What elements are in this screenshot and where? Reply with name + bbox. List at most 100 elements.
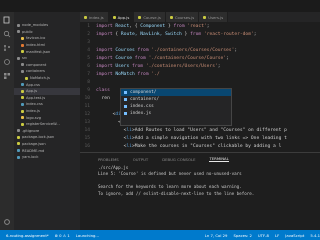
editor-tab-label: Course.js xyxy=(143,14,161,20)
file-tree-item[interactable]: manifest.json xyxy=(14,48,80,55)
file-tree: node_modules public favicon.ico index.html m… xyxy=(14,22,80,160)
file-tree-item[interactable]: logo.svg xyxy=(14,114,80,121)
file-type-icon xyxy=(17,129,20,133)
file-type-icon xyxy=(17,23,20,27)
editor-tab[interactable]: App.js xyxy=(108,12,135,22)
file-type-icon xyxy=(21,69,24,73)
file-tree-item[interactable]: node_modules xyxy=(14,22,80,29)
line-number: 8 xyxy=(87,79,90,85)
code-line: 8 xyxy=(80,78,320,86)
file-tree-item[interactable]: README.md xyxy=(14,147,80,154)
editor-tab[interactable]: Courses.js xyxy=(165,12,200,22)
file-tree-item[interactable]: index.html xyxy=(14,42,80,49)
editor-tab[interactable]: Users.js xyxy=(199,12,229,22)
code-token: './containers/Courses/Courses' xyxy=(151,47,235,53)
code-token: ; xyxy=(226,55,229,61)
extensions-icon[interactable] xyxy=(3,72,11,80)
source-control-icon[interactable] xyxy=(3,44,11,52)
js-file-icon xyxy=(112,15,116,19)
line-number: 3 xyxy=(87,39,90,45)
file-tree-item[interactable]: public xyxy=(14,29,80,36)
code-line: 4 import Courses from './containers/Cours… xyxy=(80,46,320,54)
code-token: React xyxy=(115,23,130,29)
suggestion-item[interactable]: containers/ xyxy=(121,96,231,103)
file-tree-item[interactable]: App.css xyxy=(14,81,80,88)
file-tree-item[interactable]: App.test.js xyxy=(14,95,80,102)
file-tree-item[interactable]: App.js xyxy=(14,87,80,95)
status-item[interactable]: 5.4.1 xyxy=(310,233,320,238)
code-token: import xyxy=(96,63,116,69)
suggestion-label: component/ xyxy=(130,90,157,95)
files-icon[interactable] xyxy=(3,16,11,24)
search-icon[interactable] xyxy=(3,30,11,38)
activity-bar xyxy=(0,12,14,230)
code-text: ren xyxy=(96,96,110,101)
status-item[interactable]: JavaScript xyxy=(285,233,304,238)
panel-tabs: PROBLEMS OUTPUT DEBUG CONSOLE TERMINAL xyxy=(80,153,320,165)
code-token: from xyxy=(134,47,152,53)
code-token: from xyxy=(134,71,152,77)
status-item[interactable]: UTF-8 xyxy=(258,233,269,238)
status-item[interactable]: Launching... xyxy=(76,233,99,238)
file-tree-item[interactable]: favicon.ico xyxy=(14,35,80,42)
panel-tab[interactable]: DEBUG CONSOLE xyxy=(162,157,195,162)
file-tree-item[interactable]: component xyxy=(14,62,80,69)
file-tree-item[interactable]: containers xyxy=(14,68,80,75)
autocomplete-suggestions: component/containers/index.css index.js xyxy=(120,88,232,126)
suggestion-item[interactable]: component/ xyxy=(121,89,231,96)
file-tree-item[interactable]: NoMatch.js xyxy=(14,75,80,82)
file-type-icon xyxy=(21,50,24,54)
settings-gear-icon[interactable] xyxy=(3,218,11,226)
file-tree-item[interactable]: index.js xyxy=(14,108,80,115)
code-token: >Make the courses in "Courses" clickable… xyxy=(131,143,282,149)
terminal-output[interactable]: ./src/App.js Line 5: 'Course' is defined… xyxy=(80,165,320,197)
js-file-icon xyxy=(84,15,87,19)
status-item[interactable]: ⊗ 0 ⚠ 1 xyxy=(55,233,70,238)
code-token: import xyxy=(96,31,116,37)
editor-tab-label: App.js xyxy=(117,14,130,20)
file-type-icon xyxy=(21,36,24,40)
code-token: 'react-router-dom' xyxy=(203,31,254,37)
file-tree-item[interactable]: .gitignore xyxy=(14,128,80,135)
panel-tab[interactable]: TERMINAL xyxy=(209,156,229,162)
status-item[interactable]: Spaces: 2 xyxy=(233,233,251,238)
code-token: < xyxy=(96,127,127,133)
status-item[interactable]: LF xyxy=(275,233,279,238)
panel-tab[interactable]: PROBLEMS xyxy=(98,157,119,162)
debug-icon[interactable] xyxy=(3,58,11,66)
suggestion-item[interactable]: index.js xyxy=(121,110,231,117)
file-type-icon xyxy=(21,96,24,100)
code-token: < xyxy=(96,143,127,149)
suggestion-label: index.js xyxy=(130,111,152,116)
file-tree-item[interactable]: registerServiceW... xyxy=(14,121,80,128)
file-tree-label: favicon.ico xyxy=(26,36,46,41)
file-tree-item[interactable]: yarn.lock xyxy=(14,154,80,161)
editor-tab-label: Courses.js xyxy=(174,14,195,20)
code-token: import xyxy=(96,71,116,77)
file-tree-label: containers xyxy=(26,69,45,74)
code-token: Component xyxy=(140,23,166,29)
code-token: >Add Routes to load "Users" and "Courses… xyxy=(131,127,287,133)
suggestion-item[interactable]: index.css xyxy=(121,103,231,110)
editor-tab[interactable]: index.js xyxy=(80,12,109,22)
line-number: 15 xyxy=(84,135,90,141)
code-token: import xyxy=(96,55,116,61)
file-tree-item[interactable]: package.json xyxy=(14,141,80,148)
file-tree-label: src xyxy=(22,56,28,61)
file-tree-item[interactable]: package-lock.json xyxy=(14,134,80,141)
file-tree-label: index.js xyxy=(26,109,40,114)
code-line: 14 <li>Add Routes to load "Users" and "C… xyxy=(80,126,320,134)
line-number: 2 xyxy=(87,31,90,37)
file-tree-item[interactable]: index.css xyxy=(14,101,80,108)
status-item[interactable]: Ln 7, Col 29 xyxy=(205,233,228,238)
file-tree-item[interactable]: src xyxy=(14,55,80,62)
status-item[interactable]: 6-routing-assignment* xyxy=(6,233,49,238)
code-text: import NoMatch from './ xyxy=(96,72,160,77)
code-token: Users xyxy=(115,63,130,69)
file-tree-label: App.js xyxy=(26,89,38,94)
editor-tab[interactable]: Course.js xyxy=(134,12,166,22)
code-token: './ xyxy=(151,71,160,77)
panel-tab[interactable]: OUTPUT xyxy=(133,157,148,162)
file-type-icon xyxy=(21,43,24,47)
code-editor[interactable]: 1 import React, { Component } from 'react… xyxy=(80,22,320,152)
